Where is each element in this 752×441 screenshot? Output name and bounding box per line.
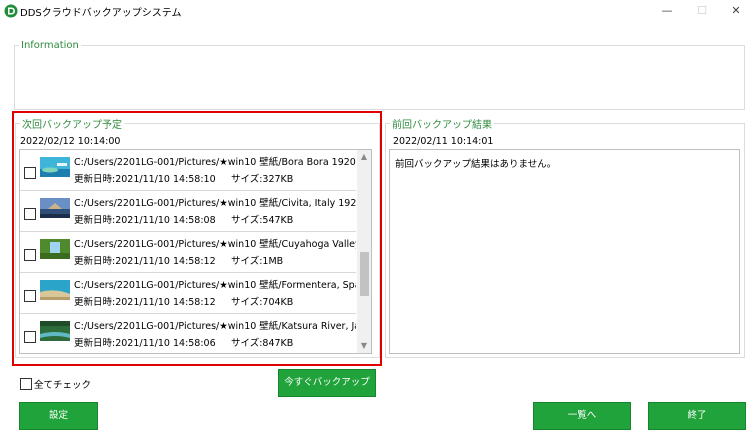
information-panel: Information bbox=[14, 40, 745, 110]
app-logo-icon bbox=[4, 4, 18, 18]
scroll-up-arrow-icon[interactable]: ▲ bbox=[357, 150, 371, 164]
image-thumbnail-icon bbox=[40, 198, 70, 218]
close-button[interactable]: ✕ bbox=[724, 2, 748, 20]
file-size: サイズ:1MB bbox=[231, 256, 284, 267]
information-legend: Information bbox=[21, 40, 79, 51]
list-item: C:/Users/2201LG-001/Pictures/★win10 壁紙/K… bbox=[20, 314, 356, 353]
backup-file-list[interactable]: C:/Users/2201LG-001/Pictures/★win10 壁紙/B… bbox=[19, 149, 372, 354]
file-checkbox[interactable] bbox=[24, 331, 36, 343]
list-item: C:/Users/2201LG-001/Pictures/★win10 壁紙/C… bbox=[20, 191, 356, 232]
prev-backup-result-box: 前回バックアップ結果はありません。 bbox=[389, 149, 740, 354]
file-checkbox[interactable] bbox=[24, 290, 36, 302]
list-item: C:/Users/2201LG-001/Pictures/★win10 壁紙/F… bbox=[20, 273, 356, 314]
next-backup-date: 2022/02/12 10:14:00 bbox=[20, 136, 121, 147]
image-thumbnail-icon bbox=[40, 280, 70, 300]
prev-backup-date: 2022/02/11 10:14:01 bbox=[393, 136, 494, 147]
minimize-button[interactable]: — bbox=[655, 2, 679, 20]
file-size: サイズ:547KB bbox=[231, 215, 294, 226]
next-backup-legend: 次回バックアップ予定 bbox=[22, 120, 122, 131]
list-button[interactable]: 一覧へ bbox=[533, 402, 631, 430]
file-meta: 更新日時:2021/11/10 14:58:06 サイズ:847KB bbox=[74, 335, 293, 349]
image-thumbnail-icon bbox=[40, 157, 70, 177]
file-updated: 更新日時:2021/11/10 14:58:06 bbox=[74, 338, 216, 349]
file-checkbox[interactable] bbox=[24, 208, 36, 220]
file-updated: 更新日時:2021/11/10 14:58:10 bbox=[74, 174, 216, 185]
file-size: サイズ:847KB bbox=[231, 338, 294, 349]
scroll-down-arrow-icon[interactable]: ▼ bbox=[357, 339, 371, 353]
file-checkbox[interactable] bbox=[24, 249, 36, 261]
maximize-button: ☐ bbox=[697, 4, 707, 17]
scroll-thumb[interactable] bbox=[360, 252, 369, 296]
backup-now-button[interactable]: 今すぐバックアップ bbox=[278, 369, 376, 397]
file-path: C:/Users/2201LG-001/Pictures/★win10 壁紙/C… bbox=[74, 198, 356, 209]
settings-button[interactable]: 設定 bbox=[19, 402, 98, 430]
prev-backup-legend: 前回バックアップ結果 bbox=[392, 120, 492, 131]
list-item: C:/Users/2201LG-001/Pictures/★win10 壁紙/C… bbox=[20, 232, 356, 273]
file-meta: 更新日時:2021/11/10 14:58:10 サイズ:327KB bbox=[74, 171, 293, 185]
check-all-checkbox[interactable] bbox=[20, 378, 32, 390]
file-meta: 更新日時:2021/11/10 14:58:12 サイズ:1MB bbox=[74, 253, 283, 267]
file-size: サイズ:327KB bbox=[231, 174, 294, 185]
window-title: DDSクラウドバックアップシステム bbox=[20, 8, 182, 19]
title-bar: DDSクラウドバックアップシステム — ☐ ✕ bbox=[0, 0, 752, 22]
prev-backup-message: 前回バックアップ結果はありません。 bbox=[395, 159, 557, 170]
file-meta: 更新日時:2021/11/10 14:58:12 サイズ:704KB bbox=[74, 294, 293, 308]
file-path: C:/Users/2201LG-001/Pictures/★win10 壁紙/K… bbox=[74, 321, 356, 332]
image-thumbnail-icon bbox=[40, 239, 70, 259]
exit-button[interactable]: 終了 bbox=[648, 402, 746, 430]
list-scrollbar[interactable]: ▲ ▼ bbox=[357, 150, 371, 353]
image-thumbnail-icon bbox=[40, 321, 70, 341]
file-path: C:/Users/2201LG-001/Pictures/★win10 壁紙/F… bbox=[74, 280, 356, 291]
list-item: C:/Users/2201LG-001/Pictures/★win10 壁紙/B… bbox=[20, 150, 356, 191]
check-all-label: 全てチェック bbox=[34, 380, 92, 391]
file-path: C:/Users/2201LG-001/Pictures/★win10 壁紙/C… bbox=[74, 239, 356, 250]
file-updated: 更新日時:2021/11/10 14:58:08 bbox=[74, 215, 216, 226]
file-size: サイズ:704KB bbox=[231, 297, 294, 308]
file-updated: 更新日時:2021/11/10 14:58:12 bbox=[74, 256, 216, 267]
file-checkbox[interactable] bbox=[24, 167, 36, 179]
file-meta: 更新日時:2021/11/10 14:58:08 サイズ:547KB bbox=[74, 212, 293, 226]
file-path: C:/Users/2201LG-001/Pictures/★win10 壁紙/B… bbox=[74, 157, 356, 168]
file-updated: 更新日時:2021/11/10 14:58:12 bbox=[74, 297, 216, 308]
